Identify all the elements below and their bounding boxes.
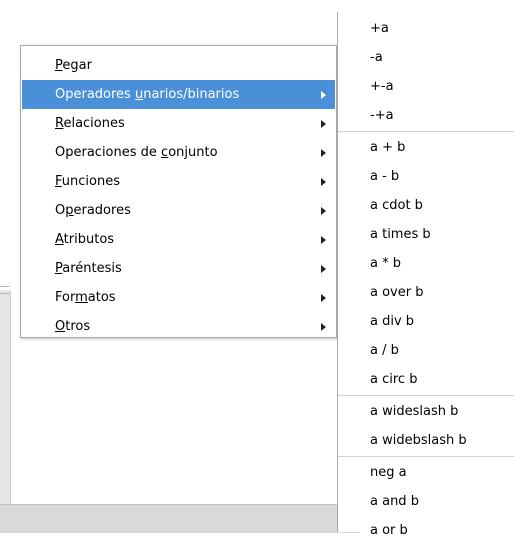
menu-item-relations[interactable]: Relaciones [22,109,335,138]
submenu-arrow-icon [321,149,326,157]
submenu-item[interactable]: a widebslash b [338,426,514,455]
submenu-item[interactable]: a div b [338,307,514,336]
submenu-item[interactable]: -+a [338,101,514,130]
submenu-item[interactable]: a cdot b [338,191,514,220]
menu-item-formats[interactable]: Formatos [22,283,335,312]
submenu-separator [338,456,514,457]
submenu-item[interactable]: a and b [338,487,514,516]
window-edge [0,286,10,294]
menu-item-attributes[interactable]: Atributos [22,225,335,254]
status-bar [0,504,360,533]
menu-item-label: Relaciones [55,116,125,131]
menu-item-label: Paréntesis [55,261,122,276]
context-menu: Pegar Operadores unarios/binarios Relacion… [20,45,337,338]
menu-item-operators[interactable]: Operadores [22,196,335,225]
submenu-arrow-icon [321,91,326,99]
submenu-item[interactable]: a or b [338,516,514,545]
submenu-arrow-icon [321,236,326,244]
unary-binary-operators-submenu: +a -a +-a -+a a + ba - ba cdot ba times ba *… [337,12,514,538]
submenu-arrow-icon [321,120,326,128]
menu-item-label: Funciones [55,174,120,189]
submenu-item[interactable]: a / b [338,336,514,365]
submenu-item[interactable]: a - b [338,162,514,191]
menu-item-label: Atributos [55,232,115,247]
submenu-arrow-icon [321,294,326,302]
submenu-item[interactable]: a + b [338,133,514,162]
submenu-item[interactable]: a wideslash b [338,397,514,426]
submenu-arrow-icon [321,265,326,273]
menu-item-label: Formatos [55,290,116,305]
submenu-separator [338,395,514,396]
submenu-arrow-icon [321,323,326,331]
submenu-item[interactable]: +a [338,14,514,43]
menu-item-others[interactable]: Otros [22,312,335,341]
menu-item-label: Operaciones de conjunto [55,145,218,160]
menu-item-paste[interactable]: Pegar [22,51,335,80]
submenu-item[interactable]: a * b [338,249,514,278]
submenu-item[interactable]: a over b [338,278,514,307]
menu-item-label: Otros [55,319,91,334]
menu-item-brackets[interactable]: Paréntesis [22,254,335,283]
submenu-item[interactable]: neg a [338,458,514,487]
submenu-arrow-icon [321,207,326,215]
menu-item-unary-binary-operators[interactable]: Operadores unarios/binarios [22,80,335,109]
submenu-item[interactable]: +-a [338,72,514,101]
submenu-item[interactable]: a circ b [338,365,514,394]
menu-item-label: Pegar [55,58,92,73]
submenu-item[interactable]: -a [338,43,514,72]
submenu-separator [338,131,514,132]
menu-item-label: Operadores [55,203,131,218]
menu-item-set-operations[interactable]: Operaciones de conjunto [22,138,335,167]
submenu-arrow-icon [321,178,326,186]
menu-item-functions[interactable]: Funciones [22,167,335,196]
submenu-item[interactable]: a times b [338,220,514,249]
menu-item-label: Operadores unarios/binarios [55,87,240,102]
